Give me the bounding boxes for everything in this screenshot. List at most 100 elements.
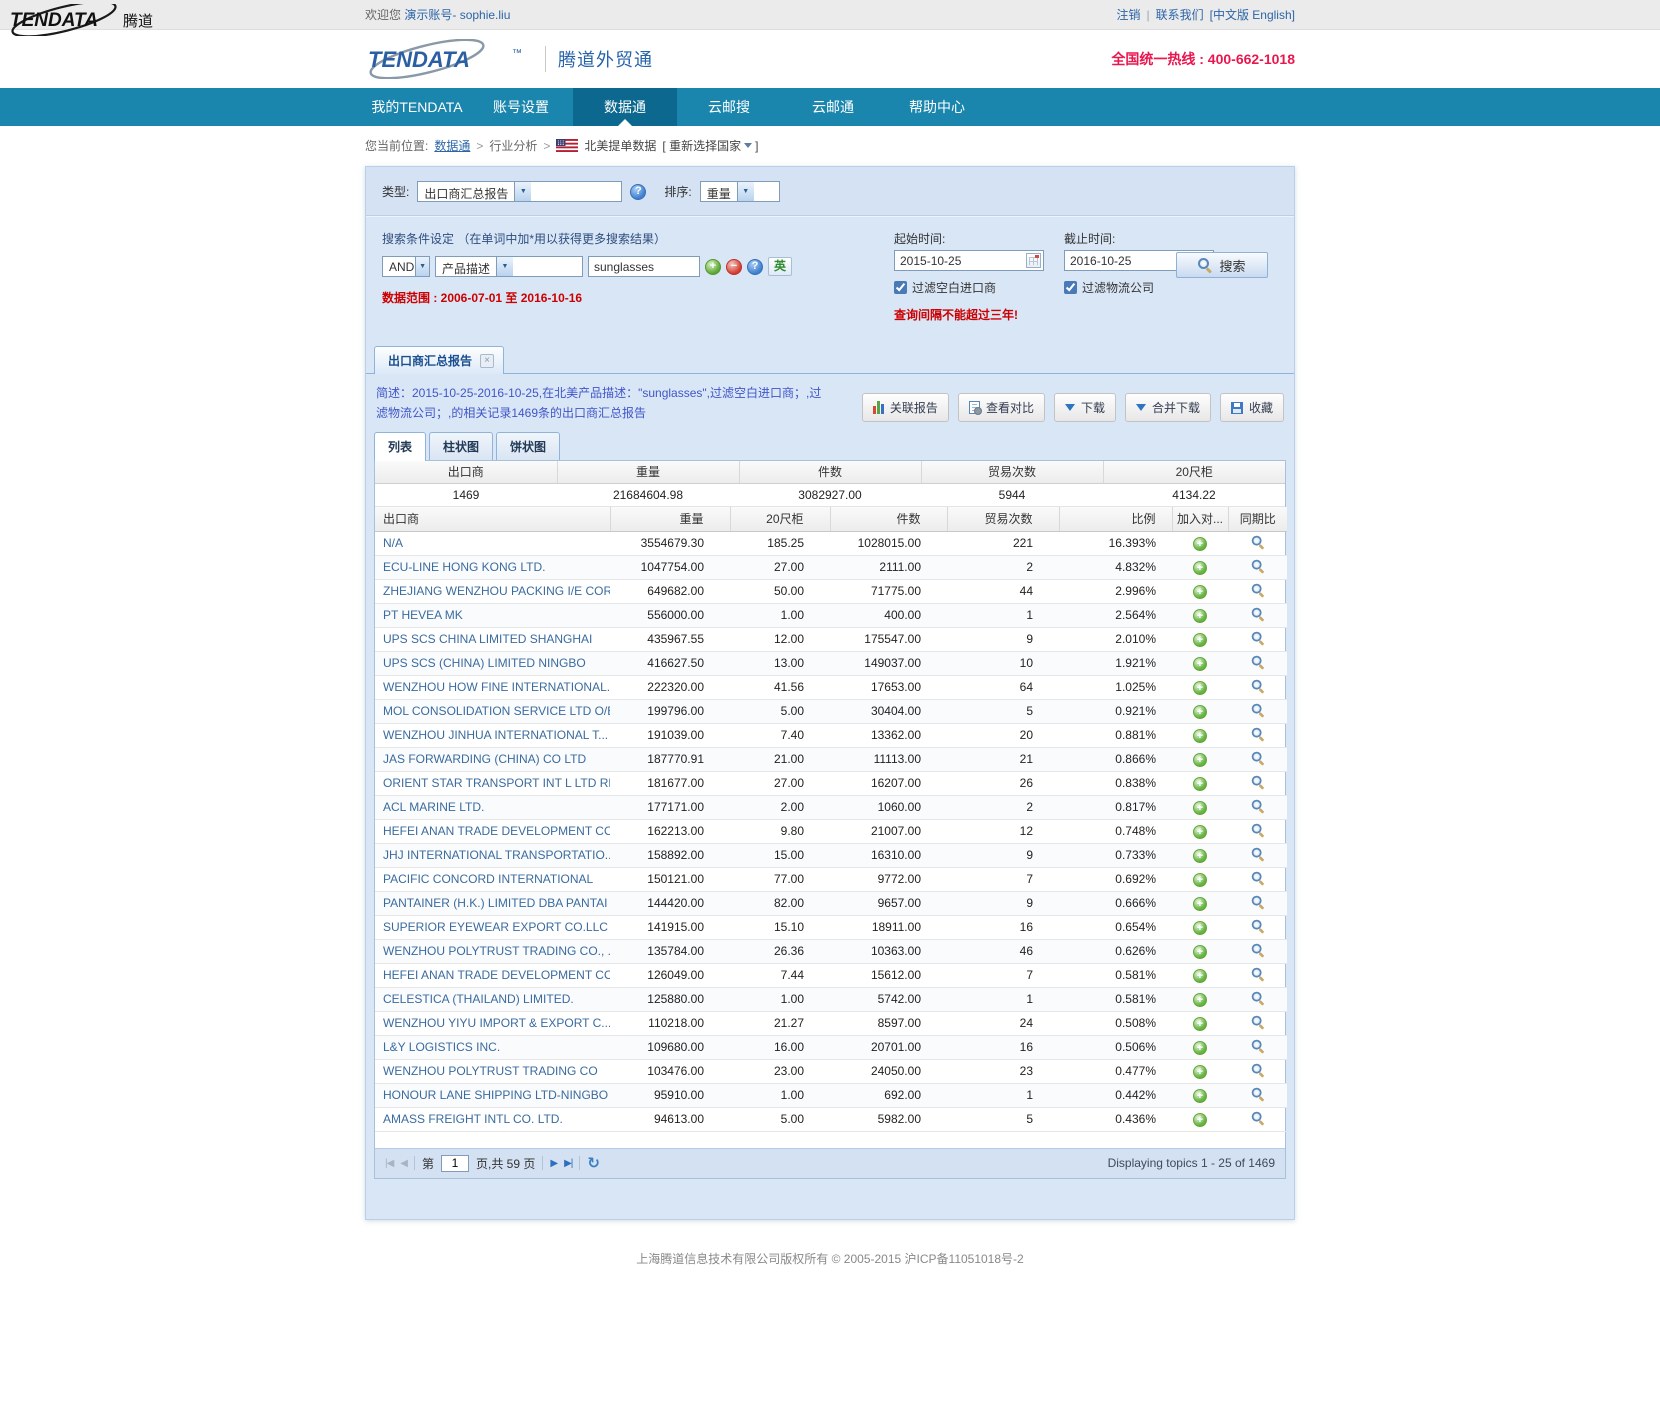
nav-item-help-center[interactable]: 帮助中心 — [885, 88, 989, 126]
add-to-compare-icon[interactable] — [1193, 705, 1207, 719]
add-to-compare-icon[interactable] — [1193, 753, 1207, 767]
add-to-compare-icon[interactable] — [1193, 897, 1207, 911]
calendar-icon[interactable] — [1026, 253, 1041, 268]
exporter-link[interactable]: L&Y LOGISTICS INC. — [383, 1040, 500, 1054]
magnifier-icon[interactable] — [1251, 967, 1264, 980]
add-to-compare-icon[interactable] — [1193, 585, 1207, 599]
magnifier-icon[interactable] — [1251, 847, 1264, 860]
close-icon[interactable]: × — [480, 354, 494, 368]
sort-select[interactable]: 重量 — [700, 181, 780, 202]
exporter-link[interactable]: HEFEI ANAN TRADE DEVELOPMENT CO... — [383, 824, 610, 838]
tab-pie-chart-view[interactable]: 饼状图 — [496, 432, 560, 460]
magnifier-icon[interactable] — [1251, 919, 1264, 932]
search-button[interactable]: 搜索 — [1176, 252, 1268, 278]
nav-item-my-tendata[interactable]: 我的TENDATA — [365, 88, 469, 126]
related-report-button[interactable]: 关联报告 — [862, 393, 949, 422]
keyword-input[interactable] — [588, 256, 700, 277]
refresh-icon[interactable]: ↻ — [587, 1154, 600, 1172]
prev-page-icon[interactable]: ◀ — [400, 1158, 407, 1169]
add-to-compare-icon[interactable] — [1193, 561, 1207, 575]
remove-condition-icon[interactable]: − — [726, 259, 742, 275]
nav-item-data-hub[interactable]: 数据通 — [573, 88, 677, 126]
filter-logistics-checkbox[interactable] — [1064, 281, 1077, 294]
add-to-compare-icon[interactable] — [1193, 777, 1207, 791]
exporter-link[interactable]: WENZHOU HOW FINE INTERNATIONAL... — [383, 680, 610, 694]
magnifier-icon[interactable] — [1251, 871, 1264, 884]
magnifier-icon[interactable] — [1251, 559, 1264, 572]
start-date-input[interactable] — [900, 254, 1008, 268]
magnifier-icon[interactable] — [1251, 703, 1264, 716]
add-to-compare-icon[interactable] — [1193, 969, 1207, 983]
nav-item-cloud-mail[interactable]: 云邮通 — [781, 88, 885, 126]
add-to-compare-icon[interactable] — [1193, 1089, 1207, 1103]
exporter-link[interactable]: WENZHOU YIYU IMPORT & EXPORT C... — [383, 1016, 610, 1030]
magnifier-icon[interactable] — [1251, 535, 1264, 548]
magnifier-icon[interactable] — [1251, 583, 1264, 596]
contact-link[interactable]: 联系我们 — [1156, 6, 1204, 23]
add-to-compare-icon[interactable] — [1193, 681, 1207, 695]
breadcrumb-link-data-hub[interactable]: 数据通 — [434, 137, 470, 154]
exporter-link[interactable]: JAS FORWARDING (CHINA) CO LTD — [383, 752, 586, 766]
exporter-link[interactable]: CELESTICA (THAILAND) LIMITED. — [383, 992, 574, 1006]
add-to-compare-icon[interactable] — [1193, 873, 1207, 887]
exporter-link[interactable]: PT HEVEA MK — [383, 608, 463, 622]
bool-operator-select[interactable]: AND — [382, 256, 430, 277]
exporter-link[interactable]: WENZHOU JINHUA INTERNATIONAL T... — [383, 728, 608, 742]
add-to-compare-icon[interactable] — [1193, 1065, 1207, 1079]
exporter-link[interactable]: WENZHOU POLYTRUST TRADING CO., ... — [383, 944, 610, 958]
favorite-button[interactable]: 收藏 — [1220, 393, 1284, 422]
magnifier-icon[interactable] — [1251, 1087, 1264, 1100]
filter-blank-importer-checkbox[interactable] — [894, 281, 907, 294]
reselect-country-dropdown[interactable]: [ 重新选择国家 ] — [662, 137, 758, 154]
magnifier-icon[interactable] — [1251, 679, 1264, 692]
exporter-link[interactable]: PANTAINER (H.K.) LIMITED DBA PANTAI — [383, 896, 607, 910]
logout-link[interactable]: 注销 — [1116, 6, 1140, 23]
tab-exporter-summary-report[interactable]: 出口商汇总报告 × — [374, 346, 504, 374]
last-page-icon[interactable]: ▶| — [564, 1158, 572, 1169]
magnifier-icon[interactable] — [1251, 991, 1264, 1004]
magnifier-icon[interactable] — [1251, 1015, 1264, 1028]
magnifier-icon[interactable] — [1251, 1111, 1264, 1124]
magnifier-icon[interactable] — [1251, 727, 1264, 740]
add-to-compare-icon[interactable] — [1193, 993, 1207, 1007]
exporter-link[interactable]: PACIFIC CONCORD INTERNATIONAL — [383, 872, 593, 886]
page-number-input[interactable] — [441, 1155, 469, 1172]
nav-item-account-settings[interactable]: 账号设置 — [469, 88, 573, 126]
language-switch-link[interactable]: [中文版 English] — [1210, 6, 1295, 23]
add-to-compare-icon[interactable] — [1193, 1041, 1207, 1055]
add-to-compare-icon[interactable] — [1193, 1113, 1207, 1127]
tab-bar-chart-view[interactable]: 柱状图 — [429, 432, 493, 460]
add-to-compare-icon[interactable] — [1193, 945, 1207, 959]
first-page-icon[interactable]: |◀ — [385, 1158, 393, 1169]
exporter-link[interactable]: WENZHOU POLYTRUST TRADING CO — [383, 1064, 598, 1078]
exporter-link[interactable]: SUPERIOR EYEWEAR EXPORT CO.LLC — [383, 920, 608, 934]
exporter-link[interactable]: UPS SCS CHINA LIMITED SHANGHAI — [383, 632, 592, 646]
exporter-link[interactable]: HONOUR LANE SHIPPING LTD-NINGBO — [383, 1088, 608, 1102]
next-page-icon[interactable]: ▶ — [550, 1158, 557, 1169]
exporter-link[interactable]: ACL MARINE LTD. — [383, 800, 484, 814]
add-to-compare-icon[interactable] — [1193, 849, 1207, 863]
exporter-link[interactable]: MOL CONSOLIDATION SERVICE LTD O/B — [383, 704, 610, 718]
exporter-link[interactable]: AMASS FREIGHT INTL CO. LTD. — [383, 1112, 563, 1126]
magnifier-icon[interactable] — [1251, 943, 1264, 956]
view-comparison-button[interactable]: 查看对比 — [958, 393, 1045, 422]
magnifier-icon[interactable] — [1251, 607, 1264, 620]
exporter-link[interactable]: ORIENT STAR TRANSPORT INT L LTD RM — [383, 776, 610, 790]
add-condition-icon[interactable]: + — [705, 259, 721, 275]
add-to-compare-icon[interactable] — [1193, 537, 1207, 551]
exporter-link[interactable]: JHJ INTERNATIONAL TRANSPORTATIO... — [383, 848, 610, 862]
add-to-compare-icon[interactable] — [1193, 921, 1207, 935]
magnifier-icon[interactable] — [1251, 775, 1264, 788]
magnifier-icon[interactable] — [1251, 751, 1264, 764]
magnifier-icon[interactable] — [1251, 895, 1264, 908]
add-to-compare-icon[interactable] — [1193, 657, 1207, 671]
magnifier-icon[interactable] — [1251, 823, 1264, 836]
help-icon[interactable]: ? — [747, 259, 763, 275]
merge-download-button[interactable]: 合并下载 — [1125, 393, 1211, 422]
add-to-compare-icon[interactable] — [1193, 825, 1207, 839]
exporter-link[interactable]: ECU-LINE HONG KONG LTD. — [383, 560, 545, 574]
download-button[interactable]: 下载 — [1054, 393, 1116, 422]
add-to-compare-icon[interactable] — [1193, 729, 1207, 743]
add-to-compare-icon[interactable] — [1193, 1017, 1207, 1031]
magnifier-icon[interactable] — [1251, 1063, 1264, 1076]
